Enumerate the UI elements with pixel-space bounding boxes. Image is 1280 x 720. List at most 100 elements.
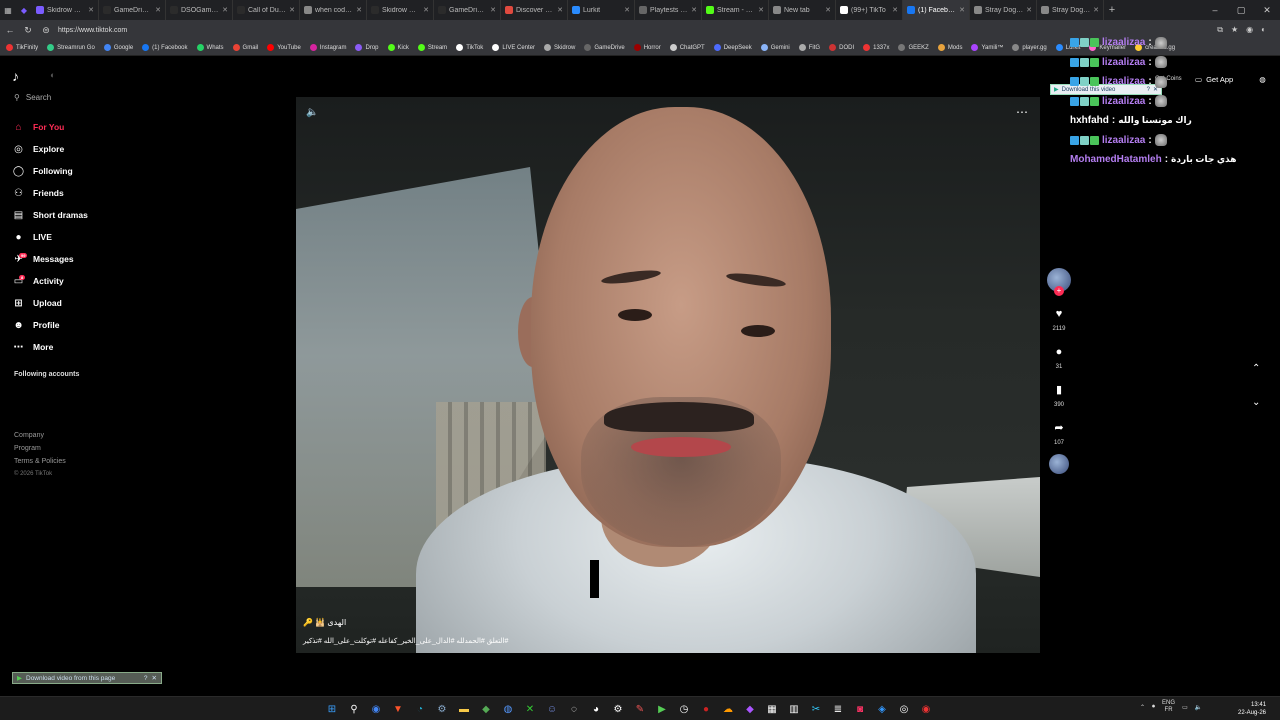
footer-link-terms[interactable]: Terms & Policies (14, 455, 66, 468)
paint-icon[interactable]: ✎ (632, 701, 648, 717)
start-icon[interactable]: ⊞ (324, 701, 340, 717)
bookmark-item[interactable]: DODI (829, 44, 854, 51)
bookmark-item[interactable]: ChatGPT (669, 44, 705, 51)
chat-username[interactable]: lizaalizaa (1102, 57, 1145, 68)
sidebar-item-live[interactable]: ● LIVE (12, 226, 88, 248)
tab-close-icon[interactable]: ✕ (222, 6, 228, 14)
sidebar-item-upload[interactable]: ⊞ Upload (12, 292, 88, 314)
obs-icon[interactable]: ◎ (896, 701, 912, 717)
browser-tab[interactable]: Playtests — pl✕ (635, 0, 702, 20)
sidebar-item-activity[interactable]: ▭ 8 Activity (12, 270, 88, 292)
bookmark-item[interactable]: Whats (196, 44, 224, 51)
minimize-button[interactable]: – (1202, 5, 1228, 16)
share-icon[interactable]: ➦ (1054, 422, 1063, 434)
footer-link-program[interactable]: Program (14, 442, 66, 455)
close-window-button[interactable]: ✕ (1254, 5, 1280, 16)
bookmark-item[interactable]: FitG (798, 44, 820, 51)
mic-icon[interactable]: ⏺ (1152, 704, 1155, 711)
browser-tab[interactable]: Skidrow & Rel✕ (32, 0, 99, 20)
site-info-icon[interactable]: ⊜ (40, 25, 52, 36)
bookmark-item[interactable]: Skidrow (544, 44, 575, 51)
browser-tab[interactable]: when cod beta✕ (300, 0, 367, 20)
volume-icon[interactable]: 🔈 (306, 107, 318, 118)
browser-tab[interactable]: Stray Dogs no✕ (1037, 0, 1104, 20)
help-icon[interactable]: ? (144, 675, 148, 682)
timer-icon[interactable]: ◷ (676, 701, 692, 717)
sidebar-item-messages[interactable]: ✈ 99 Messages (12, 248, 88, 270)
tab-close-icon[interactable]: ✕ (959, 6, 965, 14)
reload-icon[interactable]: ↻ (22, 25, 34, 36)
music-disc-avatar[interactable] (1049, 454, 1069, 474)
tab-close-icon[interactable]: ✕ (557, 6, 563, 14)
browser-tab[interactable]: Lurkit ✕ (568, 0, 635, 20)
bookmark-item[interactable]: 1337x (863, 44, 889, 51)
footer-link-company[interactable]: Company (14, 429, 66, 442)
xbox-icon[interactable]: ✕ (522, 701, 538, 717)
chevron-down-icon[interactable]: ⌄ (1252, 386, 1260, 420)
browser-icon[interactable]: ◉ (368, 701, 384, 717)
search-input[interactable]: ⚲ Search (14, 93, 51, 102)
tray-chevron-icon[interactable]: ⌃ (1140, 704, 1145, 711)
github-icon[interactable]: ◕ (588, 701, 604, 717)
bookmark-item[interactable]: TikFinity (6, 44, 38, 51)
browser-tab[interactable]: GameDrive - F✕ (99, 0, 166, 20)
chat-username[interactable]: lizaalizaa (1102, 135, 1145, 146)
tab-close-icon[interactable]: ✕ (892, 6, 898, 14)
search-icon[interactable]: ⚲ (346, 701, 362, 717)
browser-tab[interactable]: Stream - Kick ✕ (702, 0, 769, 20)
clock[interactable]: 13:41 22-Aug-26 (1238, 701, 1266, 717)
sidebar-item-following[interactable]: ◯ Following (12, 160, 88, 182)
bookmark-item[interactable]: Gemini (760, 44, 790, 51)
bookmark-item[interactable]: GEEKZ (898, 44, 929, 51)
pinned-tab-icon[interactable]: ◆ (16, 0, 32, 20)
comment-icon[interactable]: ● (1056, 346, 1063, 358)
bookmark-item[interactable]: Streamrun Go (47, 44, 95, 51)
bookmark-item[interactable]: Mods (937, 44, 962, 51)
chat-username[interactable]: MohamedHatamleh (1070, 154, 1162, 165)
tab-actions-icon[interactable]: ▦ (0, 0, 16, 20)
tab-close-icon[interactable]: ✕ (356, 6, 362, 14)
bookmark-item[interactable]: Horror (633, 44, 661, 51)
capcut-icon[interactable]: ✂ (808, 701, 824, 717)
globe-icon[interactable]: ◍ (500, 701, 516, 717)
sidebar-item-friends[interactable]: ⚇ Friends (12, 182, 88, 204)
download-page-button[interactable]: ▶ Download video from this page ? ✕ (12, 672, 162, 684)
follow-plus-icon[interactable]: + (1054, 286, 1064, 296)
sidebar-item-more[interactable]: ⋯ More (12, 336, 88, 358)
new-tab-button[interactable]: + (1104, 0, 1120, 20)
bookmark-item[interactable]: Kick (387, 44, 409, 51)
browser-tab[interactable]: Call of Duty M✕ (233, 0, 300, 20)
browser-tab[interactable]: (1) Facebook ✕ (903, 0, 970, 20)
bookmark-item[interactable]: TikTok (456, 44, 483, 51)
more-options-icon[interactable]: ⋯ (1016, 105, 1028, 119)
steam-icon[interactable]: ⚙ (434, 701, 450, 717)
bookmark-item[interactable]: GameDrive (584, 44, 625, 51)
edge-icon[interactable]: ◔ (412, 701, 428, 717)
tiktok-logo[interactable]: ♪ (12, 68, 19, 84)
tab-close-icon[interactable]: ✕ (825, 6, 831, 14)
creator-avatar[interactable]: + (1047, 268, 1071, 296)
tab-close-icon[interactable]: ✕ (289, 6, 295, 14)
play-icon[interactable]: ▶ (654, 701, 670, 717)
rec-app-icon[interactable]: ◙ (852, 701, 868, 717)
bookmark-item[interactable]: Google (103, 44, 133, 51)
tab-close-icon[interactable]: ✕ (88, 6, 94, 14)
tab-close-icon[interactable]: ✕ (490, 6, 496, 14)
video-hashtags[interactable]: #التعلق #الحمدلله #الدال_على_الخير_كفاعل… (303, 637, 508, 645)
tab-close-icon[interactable]: ✕ (1093, 6, 1099, 14)
chevron-up-icon[interactable]: ⌃ (1252, 352, 1260, 386)
video-player[interactable]: 🔈 ⋯ الهدى 🕌 🔑 #التعلق #الحمدلله #الدال_ع… (296, 97, 1040, 653)
bookmark-item[interactable]: Drop (355, 44, 379, 51)
notes-icon[interactable]: ≣ (830, 701, 846, 717)
tab-close-icon[interactable]: ✕ (155, 6, 161, 14)
brave-icon[interactable]: ▼ (390, 701, 406, 717)
browser-tab[interactable]: Stray Dog Gam✕ (970, 0, 1037, 20)
blue-app-icon[interactable]: ◈ (874, 701, 890, 717)
bookmark-item[interactable]: Instagram (309, 44, 346, 51)
chat-app-icon[interactable]: ◌ (566, 701, 582, 717)
game-launcher-icon[interactable]: ◆ (478, 701, 494, 717)
bookmark-item[interactable]: YouTube (267, 44, 301, 51)
browser-tab[interactable]: GameDrive - F✕ (434, 0, 501, 20)
close-icon[interactable]: ✕ (152, 674, 157, 682)
tab-close-icon[interactable]: ✕ (758, 6, 764, 14)
